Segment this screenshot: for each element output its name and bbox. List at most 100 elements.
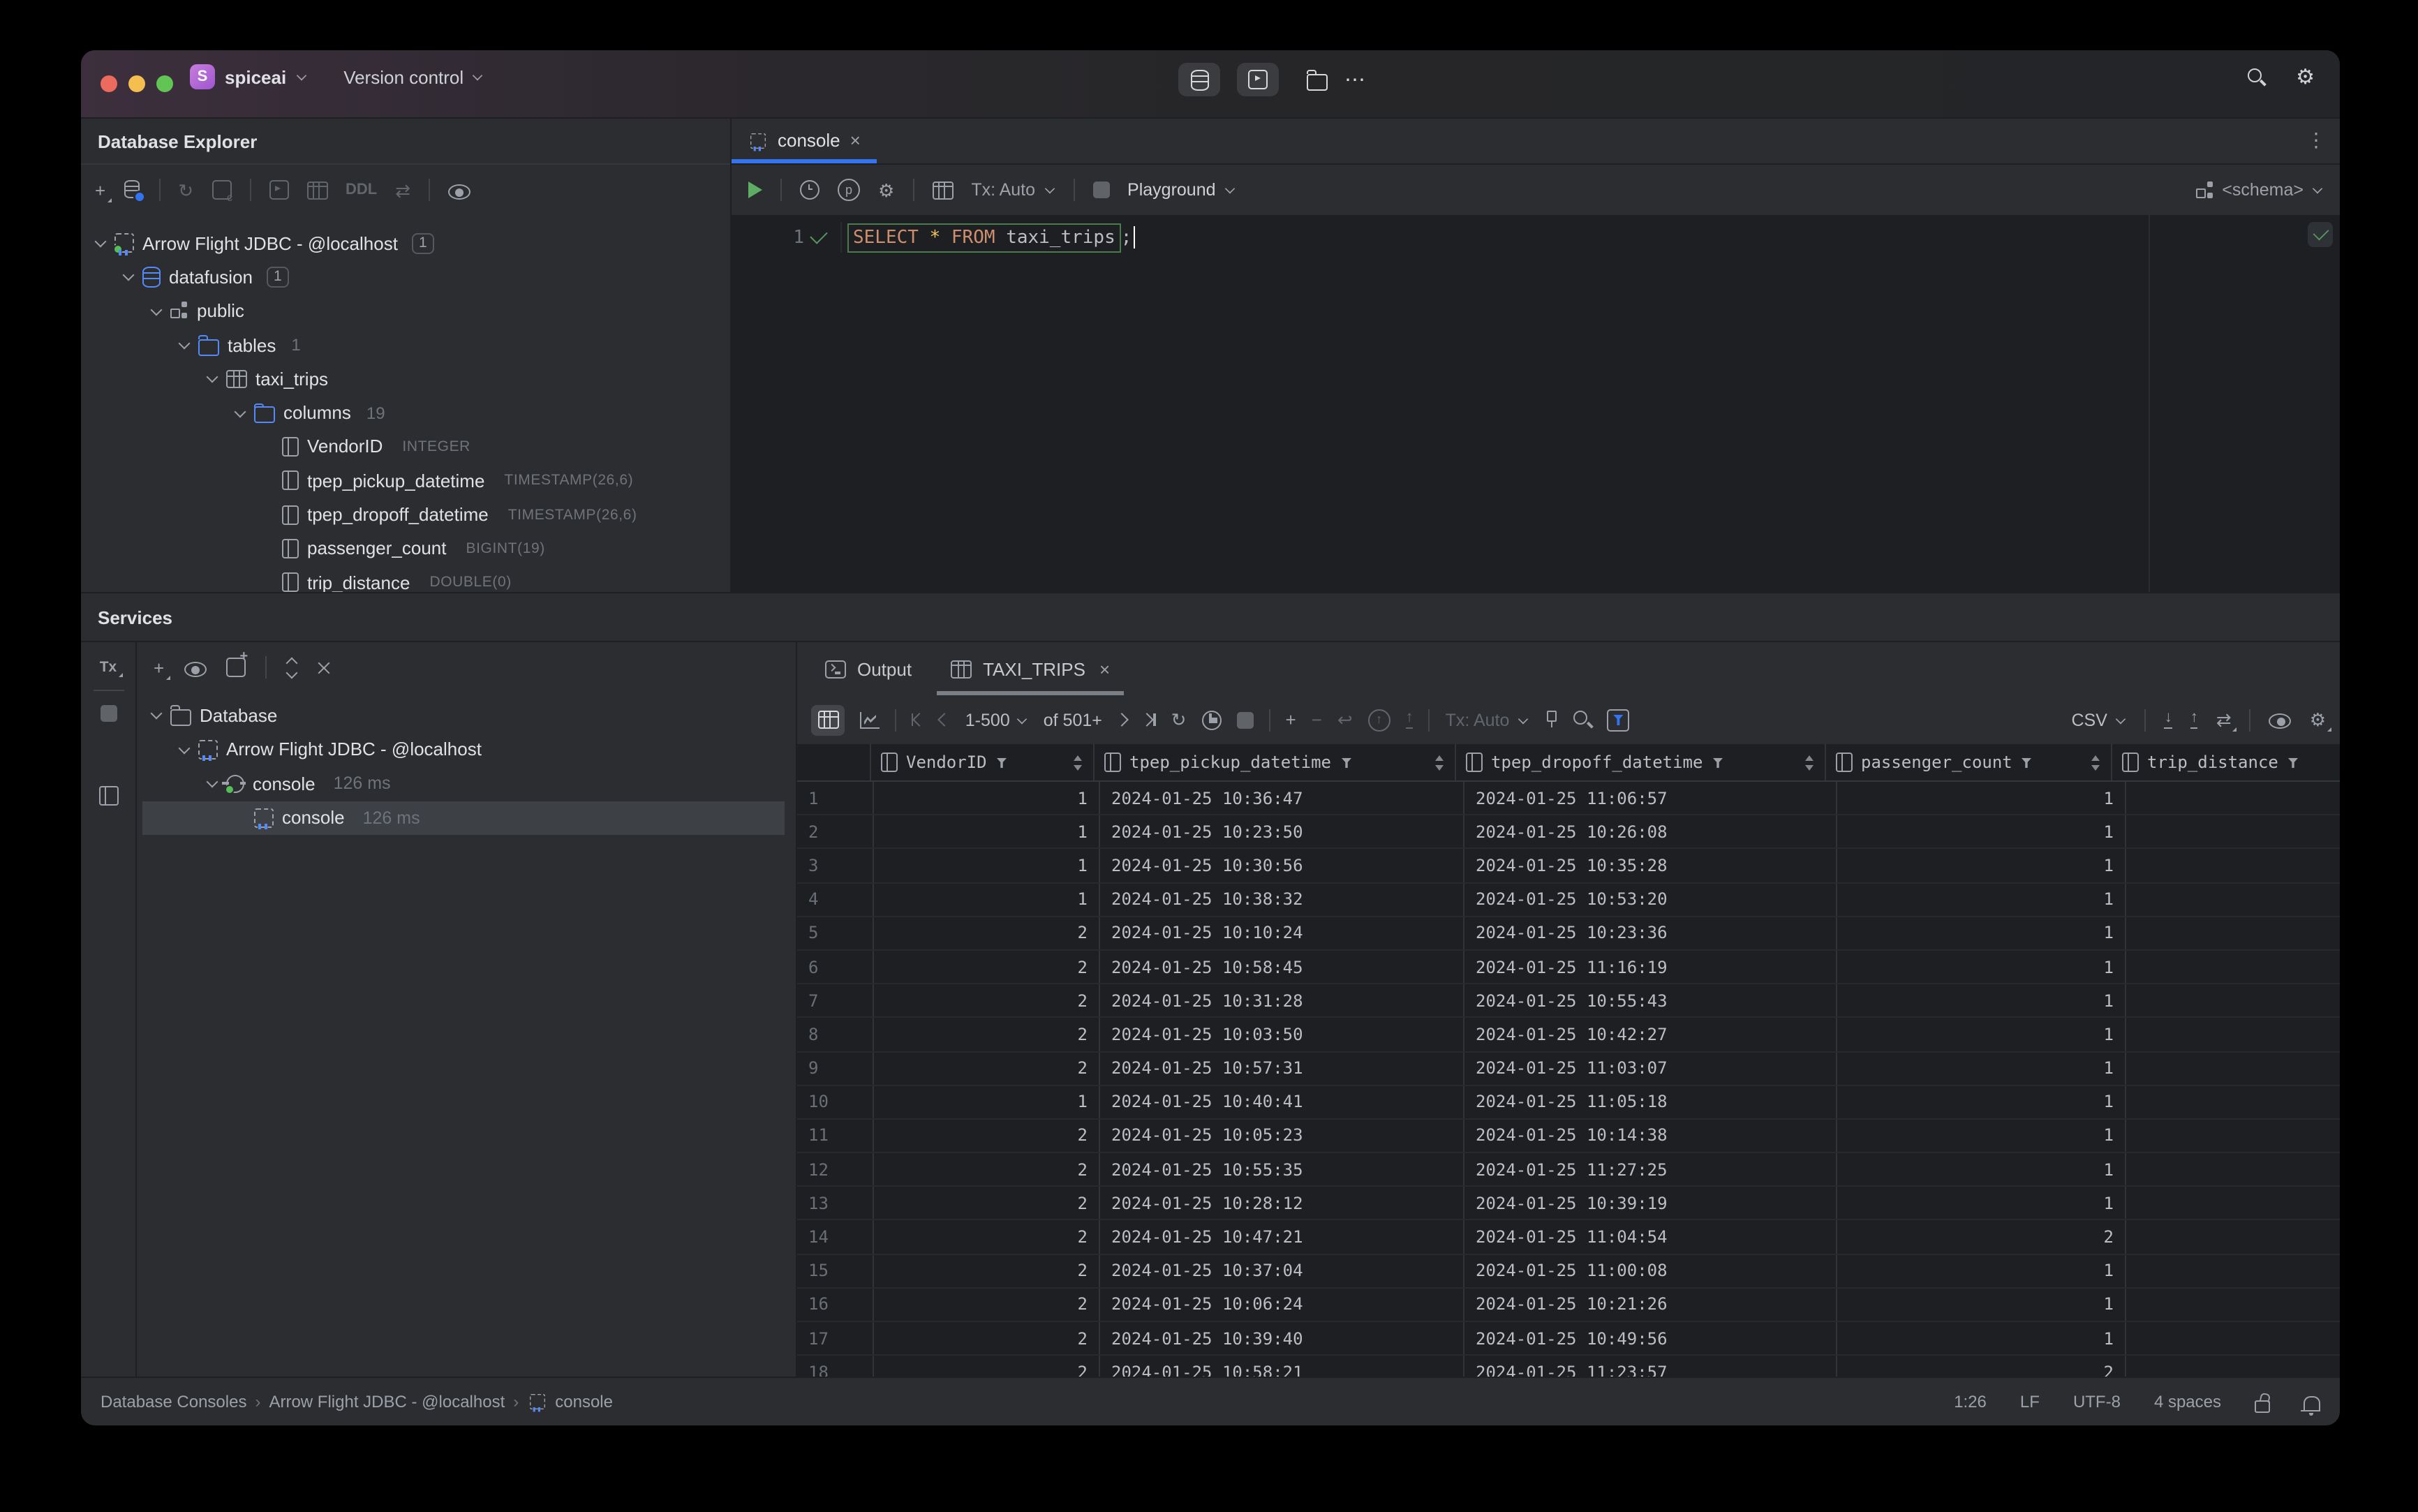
import-icon[interactable]: ↓ [2164, 710, 2172, 729]
grid-cell-pickup[interactable]: 2024-01-25 10:31:28 [1100, 984, 1464, 1017]
project-name[interactable]: spiceai [225, 66, 286, 87]
expand-all-icon[interactable] [285, 658, 298, 676]
database-tool-button[interactable] [1178, 63, 1220, 96]
table-row[interactable]: 17 2 2024-01-25 10:39:40 2024-01-25 10:49:5… [797, 1322, 2340, 1356]
lock-icon[interactable] [2255, 1400, 2270, 1412]
chevron-down-icon[interactable] [207, 778, 218, 790]
table-row[interactable]: 15 2 2024-01-25 10:37:04 2024-01-25 11:00:0… [797, 1254, 2340, 1289]
grid-cell-passengers[interactable]: 1 [1837, 1288, 2126, 1321]
tree-item-arrow-flight-jdbc-localhost[interactable]: Arrow Flight JDBC - @localhost [142, 732, 785, 766]
close-tab-icon[interactable]: × [850, 130, 861, 151]
stop-query-icon[interactable] [1236, 711, 1254, 728]
version-control-menu[interactable]: Version control [343, 66, 483, 87]
sort-icon[interactable] [1074, 755, 1083, 770]
row-number-cell[interactable]: 18 [797, 1356, 874, 1377]
last-page-icon[interactable] [1140, 713, 1156, 727]
export-icon[interactable]: ↑ [2190, 710, 2198, 729]
filter-funnel-icon[interactable] [996, 757, 1007, 768]
tree-item-vendorid[interactable]: VendorID INTEGER [81, 430, 730, 464]
run-sql-script-icon[interactable] [269, 180, 288, 200]
grid-cell-pickup[interactable]: 2024-01-25 10:05:23 [1100, 1119, 1464, 1152]
stop-process-icon[interactable] [100, 705, 117, 722]
push-icon[interactable]: ↑ [1405, 710, 1414, 729]
grid-cell-distance[interactable]: 1.14 [2126, 951, 2340, 983]
notifications-bell-icon[interactable] [2301, 1396, 2321, 1416]
grid-cell-pickup[interactable]: 2024-01-25 10:58:45 [1100, 950, 1464, 984]
grid-cell-vendor[interactable]: 1 [874, 849, 1100, 882]
grid-cell-dropoff[interactable]: 2024-01-25 11:06:57 [1464, 782, 1837, 815]
grid-cell-passengers[interactable]: 1 [1837, 1187, 2126, 1220]
breadcrumb-item[interactable]: Arrow Flight JDBC - @localhost [269, 1392, 505, 1411]
row-number-cell[interactable]: 3 [797, 849, 874, 882]
row-number-cell[interactable]: 2 [797, 815, 874, 848]
table-row[interactable]: 10 1 2024-01-25 10:40:41 2024-01-25 11:05:1… [797, 1085, 2340, 1120]
column-header-tpep-pickup-datetime[interactable]: tpep_pickup_datetime [1095, 744, 1456, 780]
grid-cell-pickup[interactable]: 2024-01-25 10:38:32 [1100, 883, 1464, 916]
row-number-cell[interactable]: 8 [797, 1018, 874, 1051]
grid-cell-vendor[interactable]: 1 [874, 782, 1100, 815]
row-number-cell[interactable]: 15 [797, 1254, 874, 1287]
grid-cell-passengers[interactable]: 1 [1837, 1119, 2126, 1152]
collapse-all-icon[interactable] [318, 658, 330, 676]
column-header-vendorid[interactable]: VendorID [871, 744, 1095, 780]
tab-taxi-trips[interactable]: TAXI_TRIPS × [934, 643, 1127, 695]
grid-cell-pickup[interactable]: 2024-01-25 10:58:21 [1100, 1356, 1464, 1377]
grid-cell-dropoff[interactable]: 2024-01-25 10:39:19 [1464, 1187, 1837, 1220]
row-number-cell[interactable]: 1 [797, 782, 874, 815]
grid-cell-distance[interactable]: 0.8 [2126, 850, 2340, 882]
add-service-icon[interactable]: + [154, 658, 170, 679]
run-tool-button[interactable] [1237, 63, 1279, 96]
grid-cell-distance[interactable]: 0.43 [2126, 1322, 2340, 1354]
row-number-cell[interactable]: 16 [797, 1288, 874, 1321]
grid-tx-mode-select[interactable]: Tx: Auto [1446, 710, 1529, 729]
grid-cell-passengers[interactable]: 1 [1837, 815, 2126, 848]
grid-cell-pickup[interactable]: 2024-01-25 10:47:21 [1100, 1220, 1464, 1254]
stop-icon[interactable] [1092, 181, 1110, 198]
playground-select[interactable]: Playground [1127, 180, 1236, 200]
maximize-window-button[interactable] [156, 75, 173, 92]
grid-cell-pickup[interactable]: 2024-01-25 10:03:50 [1100, 1018, 1464, 1051]
chevron-down-icon[interactable] [297, 72, 306, 82]
grid-cell-distance[interactable]: 2.46 [2126, 1254, 2340, 1287]
grid-cell-dropoff[interactable]: 2024-01-25 11:03:07 [1464, 1052, 1837, 1085]
chevron-down-icon[interactable] [151, 710, 162, 721]
grid-corner-cell[interactable] [797, 744, 871, 780]
inspection-status-check[interactable] [2308, 222, 2333, 247]
tab-options-kebab-icon[interactable]: ⋮ [2306, 128, 2326, 152]
grid-cell-pickup[interactable]: 2024-01-25 10:39:40 [1100, 1322, 1464, 1355]
chevron-down-icon[interactable] [235, 407, 246, 418]
chevron-down-icon[interactable] [123, 272, 134, 283]
grid-cell-distance[interactable]: 0.4 [2126, 815, 2340, 847]
row-number-cell[interactable]: 5 [797, 917, 874, 949]
filter-funnel-icon[interactable] [2287, 757, 2299, 768]
grid-cell-vendor[interactable]: 1 [874, 1085, 1100, 1118]
grid-cell-vendor[interactable]: 2 [874, 1322, 1100, 1355]
grid-cell-distance[interactable]: 1.3 [2126, 883, 2340, 915]
grid-cell-pickup[interactable]: 2024-01-25 10:06:24 [1100, 1288, 1464, 1321]
table-row[interactable]: 12 2 2024-01-25 10:55:35 2024-01-25 11:27:2… [797, 1153, 2340, 1187]
tree-item-passenger-count[interactable]: passenger_count BIGINT(19) [81, 531, 730, 565]
grid-cell-dropoff[interactable]: 2024-01-25 10:14:38 [1464, 1119, 1837, 1152]
column-header-tpep-dropoff-datetime[interactable]: tpep_dropoff_datetime [1456, 744, 1826, 780]
data-view-grid-button[interactable] [811, 704, 845, 735]
grid-cell-dropoff[interactable]: 2024-01-25 11:00:08 [1464, 1254, 1837, 1287]
layout-options-icon[interactable] [98, 786, 118, 806]
grid-cell-pickup[interactable]: 2024-01-25 10:57:31 [1100, 1052, 1464, 1085]
table-row[interactable]: 13 2 2024-01-25 10:28:12 2024-01-25 10:39:1… [797, 1187, 2340, 1221]
sql-statement[interactable]: SELECT * FROM taxi_trips [847, 223, 1121, 252]
sort-icon[interactable] [1805, 755, 1815, 770]
filter-funnel-icon[interactable] [1340, 757, 1351, 768]
filter-funnel-icon[interactable] [1712, 757, 1723, 768]
chart-view-icon[interactable] [860, 711, 880, 728]
grid-cell-passengers[interactable]: 2 [1837, 1220, 2126, 1254]
transfer-data-icon[interactable]: ⇄ [2216, 711, 2237, 732]
tree-item-tpep-dropoff-datetime[interactable]: tpep_dropoff_datetime TIMESTAMP(26,6) [81, 498, 730, 532]
minimize-window-button[interactable] [128, 75, 145, 92]
grid-cell-distance[interactable]: 1.8 [2126, 1085, 2340, 1118]
grid-cell-dropoff[interactable]: 2024-01-25 10:49:56 [1464, 1322, 1837, 1355]
add-data-source-icon[interactable]: + [95, 181, 111, 202]
grid-cell-distance[interactable]: 0.76 [2126, 1052, 2340, 1084]
table-row[interactable]: 11 2 2024-01-25 10:05:23 2024-01-25 10:14:3… [797, 1119, 2340, 1154]
tab-output[interactable]: Output [808, 643, 928, 695]
new-query-console-icon[interactable] [212, 180, 232, 204]
